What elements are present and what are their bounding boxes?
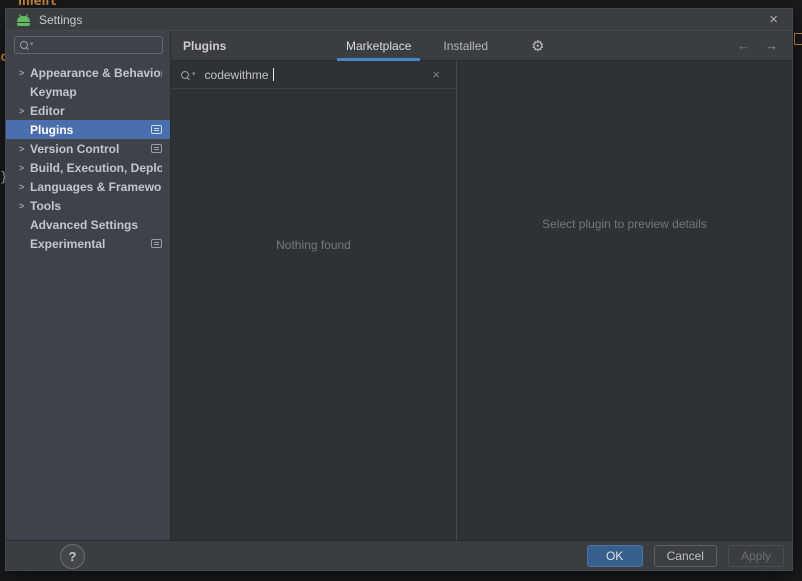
chevron-right-icon[interactable]: > — [19, 182, 30, 192]
clear-search-icon[interactable]: × — [432, 68, 440, 81]
sidebar-item-advanced-settings[interactable]: Advanced Settings — [6, 215, 170, 234]
plugin-list-panel: ▾ codewithme × Nothing found — [171, 61, 456, 540]
chevron-right-icon[interactable]: > — [19, 163, 30, 173]
search-caret-icon: ▾ — [192, 70, 196, 78]
chevron-right-icon[interactable]: > — [19, 144, 30, 154]
cancel-button[interactable]: Cancel — [653, 544, 717, 567]
sidebar-item-label: Appearance & Behavior — [30, 65, 162, 80]
sidebar-item-label: Build, Execution, Deployment — [30, 160, 162, 175]
sidebar-item-label: Editor — [30, 103, 65, 118]
sidebar-item-plugins[interactable]: Plugins — [6, 120, 170, 139]
settings-dialog: Settings × ▾ > Appearance & Behavior Keyma… — [5, 8, 793, 571]
sidebar-item-keymap[interactable]: Keymap — [6, 82, 170, 101]
sidebar-item-label: Keymap — [30, 84, 77, 99]
chevron-right-icon[interactable]: > — [19, 106, 30, 116]
close-icon[interactable]: × — [765, 12, 782, 27]
chevron-right-icon[interactable]: > — [19, 201, 30, 211]
empty-results-message: Nothing found — [276, 238, 351, 252]
search-query-text: codewithme — [204, 67, 269, 82]
sidebar-item-experimental[interactable]: Experimental — [6, 234, 170, 253]
marketplace-search-input[interactable]: ▾ codewithme × — [171, 61, 456, 89]
dialog-title: Settings — [39, 12, 83, 27]
android-studio-icon — [16, 13, 31, 26]
settings-tree: > Appearance & Behavior Keymap > Editor Plugi… — [6, 63, 170, 253]
sidebar-item-label: Languages & Frameworks — [30, 179, 162, 194]
screen: nnent c } Settings × ▾ > Appearance & Beh… — [0, 0, 802, 581]
ide-settings-badge-icon — [151, 144, 162, 153]
tab-installed[interactable]: Installed — [440, 31, 491, 61]
help-button[interactable]: ? — [60, 544, 85, 569]
sidebar-item-label: Version Control — [30, 141, 120, 156]
settings-search-input[interactable]: ▾ — [14, 36, 163, 54]
apply-button[interactable]: Apply — [727, 544, 784, 567]
settings-sidebar: ▾ > Appearance & Behavior Keymap > Editor Plu… — [6, 31, 171, 540]
sidebar-item-version-control[interactable]: > Version Control — [6, 139, 170, 158]
back-arrow-icon[interactable]: ← — [737, 38, 750, 53]
history-nav: ← → — [737, 38, 792, 53]
ide-settings-badge-icon — [151, 239, 162, 248]
search-icon — [20, 41, 28, 49]
tab-marketplace[interactable]: Marketplace — [336, 31, 421, 61]
forward-arrow-icon[interactable]: → — [765, 38, 778, 53]
sidebar-item-label: Plugins — [30, 122, 74, 137]
chevron-right-icon[interactable]: > — [19, 68, 30, 78]
sidebar-item-label: Tools — [30, 198, 62, 213]
sidebar-item-appearance-behavior[interactable]: > Appearance & Behavior — [6, 63, 170, 82]
detail-placeholder-text: Select plugin to preview details — [542, 217, 707, 231]
text-cursor — [272, 68, 274, 81]
ok-button[interactable]: OK — [586, 544, 643, 567]
footer-buttons: OK Cancel Apply — [586, 544, 792, 567]
plugins-header: Plugins Marketplace Installed ⚙ ← → — [171, 31, 792, 61]
dialog-footer: ? OK Cancel Apply — [6, 540, 792, 570]
search-caret-icon: ▾ — [30, 41, 34, 48]
page-title: Plugins — [183, 38, 227, 53]
sidebar-item-editor[interactable]: > Editor — [6, 101, 170, 120]
ide-settings-badge-icon — [151, 125, 162, 134]
sidebar-item-label: Advanced Settings — [30, 217, 139, 232]
background-code-highlight — [794, 33, 802, 45]
sidebar-item-label: Experimental — [30, 236, 106, 251]
gear-icon[interactable]: ⚙ — [531, 31, 544, 61]
sidebar-item-tools[interactable]: > Tools — [6, 196, 170, 215]
plugins-tabs: Marketplace Installed ⚙ — [336, 31, 545, 61]
sidebar-item-languages-frameworks[interactable]: >Languages & Frameworks — [6, 177, 170, 196]
sidebar-item-build-execution-deployment[interactable]: >Build, Execution, Deployment — [6, 158, 170, 177]
dialog-titlebar: Settings × — [6, 9, 792, 31]
search-icon — [181, 70, 189, 79]
plugins-page: Plugins Marketplace Installed ⚙ ← → ▾ code… — [171, 31, 792, 540]
plugin-detail-panel: Select plugin to preview details — [456, 61, 792, 540]
